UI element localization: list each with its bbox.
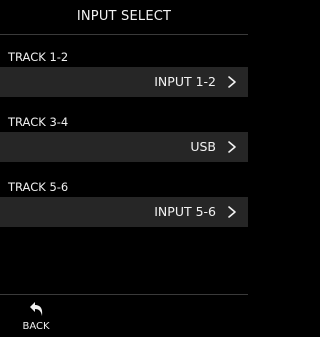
- chevron-right-icon: [224, 197, 240, 227]
- track-3-4-label: TRACK 3-4: [8, 115, 69, 129]
- chevron-right-icon: [224, 67, 240, 97]
- track-5-6-value: INPUT 5-6: [154, 204, 216, 219]
- track-5-6-label: TRACK 5-6: [8, 180, 69, 194]
- track-1-2-select-row[interactable]: INPUT 1-2: [0, 67, 248, 97]
- back-button[interactable]: BACK: [14, 297, 58, 335]
- chevron-right-icon: [224, 132, 240, 162]
- back-label: BACK: [22, 321, 50, 332]
- page-title: INPUT SELECT: [76, 9, 172, 24]
- track-1-2-value: INPUT 1-2: [154, 74, 216, 89]
- footer-divider: [0, 294, 248, 295]
- track-5-6-select-row[interactable]: INPUT 5-6: [0, 197, 248, 227]
- track-1-2-label: TRACK 1-2: [8, 50, 69, 64]
- track-3-4-select-row[interactable]: USB: [0, 132, 248, 162]
- track-3-4-value: USB: [190, 139, 216, 154]
- back-arrow-icon: [26, 299, 46, 319]
- header-divider: [0, 34, 248, 35]
